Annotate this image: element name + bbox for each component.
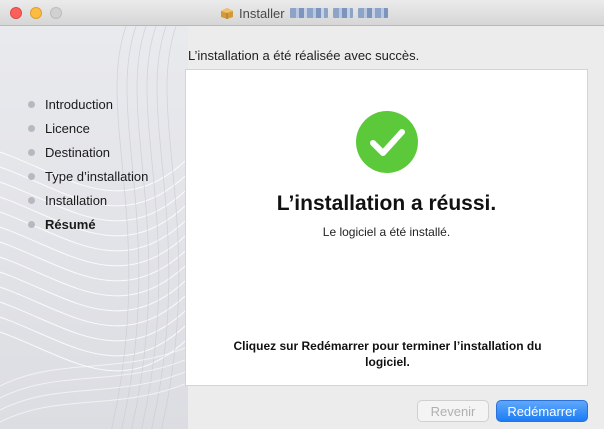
sidebar-item-label: Installation	[45, 192, 108, 208]
zoom-window-button[interactable]	[50, 7, 62, 19]
sidebar-item-label: Licence	[45, 120, 90, 136]
checkmark-circle-icon	[356, 111, 418, 173]
minimize-window-button[interactable]	[30, 7, 42, 19]
sidebar-item-destination: Destination	[28, 140, 148, 164]
back-button[interactable]: Revenir	[417, 400, 489, 422]
sidebar-item-installation-type: Type d’installation	[28, 164, 148, 188]
content-panel: L’installation a réussi. Le logiciel a é…	[185, 69, 588, 386]
page-header: L’installation a été réalisée avec succè…	[188, 48, 420, 63]
sidebar-item-introduction: Introduction	[28, 92, 148, 116]
title-bar[interactable]: Installer	[0, 0, 604, 26]
installer-steps-list: Introduction Licence Destination Type d’…	[28, 92, 148, 236]
sidebar-item-licence: Licence	[28, 116, 148, 140]
sidebar-item-label: Destination	[45, 144, 111, 160]
sidebar-item-summary: Résumé	[28, 212, 148, 236]
step-bullet-icon	[28, 148, 35, 156]
success-title: L’installation a réussi.	[276, 192, 497, 215]
sidebar-item-installation: Installation	[28, 188, 148, 212]
restart-button[interactable]: Redémarrer	[496, 400, 588, 422]
step-bullet-icon	[28, 220, 35, 228]
sidebar-item-label: Type d’installation	[45, 168, 149, 184]
sidebar-item-label: Résumé	[45, 216, 96, 232]
window-title-text: Installer	[239, 5, 285, 21]
step-bullet-icon	[28, 196, 35, 204]
redacted-title-part	[357, 8, 388, 18]
installer-window: Installer Introduction Licence Destinati…	[0, 0, 604, 429]
redacted-title-part	[289, 8, 328, 18]
sidebar-item-label: Introduction	[45, 96, 113, 112]
step-bullet-icon	[28, 124, 35, 132]
package-icon	[221, 8, 233, 19]
success-subtitle: Le logiciel a été installé.	[322, 225, 451, 239]
sidebar: Introduction Licence Destination Type d’…	[0, 26, 188, 429]
step-bullet-icon	[28, 100, 35, 108]
step-bullet-icon	[28, 172, 35, 180]
restart-message: Cliquez sur Redémarrer pour terminer l’i…	[233, 339, 542, 369]
redacted-title-part	[332, 8, 353, 18]
window-title: Installer	[220, 5, 388, 21]
close-window-button[interactable]	[10, 7, 22, 19]
